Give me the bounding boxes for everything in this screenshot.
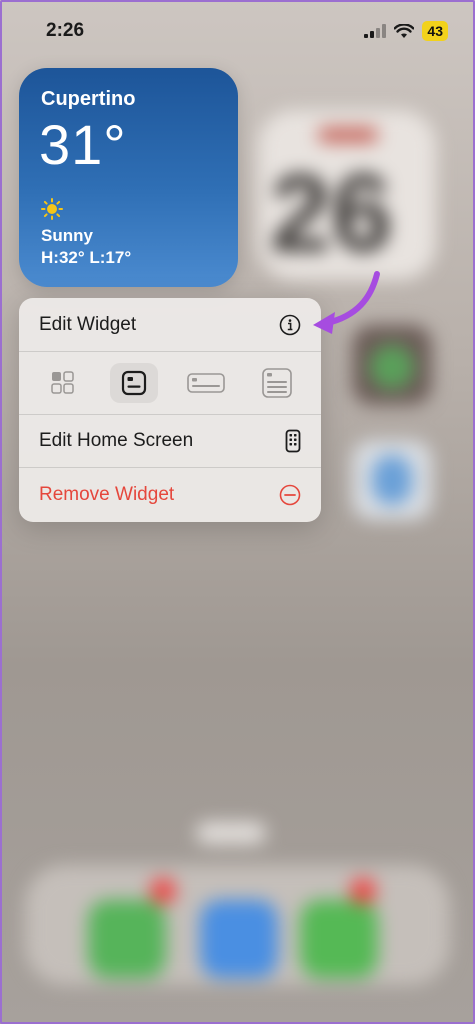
small-size-option[interactable] xyxy=(110,362,159,403)
status-time: 2:26 xyxy=(46,20,85,41)
battery-level: 43 xyxy=(422,21,448,41)
notification-badge xyxy=(350,878,376,904)
edit-widget-label: Edit Widget xyxy=(39,313,137,335)
remove-widget-label: Remove Widget xyxy=(39,483,175,505)
medium-size-option[interactable] xyxy=(182,363,230,403)
medium-size-icon xyxy=(186,372,225,393)
cellular-signal-icon xyxy=(364,24,387,38)
phone-screen-icon xyxy=(285,429,301,452)
calendar-day-number: 26 xyxy=(270,152,393,275)
weather-city: Cupertino xyxy=(41,88,136,110)
remove-widget-menu-item[interactable]: Remove Widget xyxy=(19,467,321,522)
status-bar: 2:26 43 xyxy=(0,0,475,64)
weather-temperature: 31° xyxy=(39,113,127,176)
phone-app-icon xyxy=(88,900,166,978)
wifi-icon xyxy=(394,23,415,38)
edit-home-screen-label: Edit Home Screen xyxy=(39,429,194,451)
page-indicator xyxy=(196,822,266,844)
weather-widget[interactable]: Cupertino 31° Sunny H:32° L:17° xyxy=(19,68,238,287)
widget-size-picker xyxy=(19,351,321,414)
grid-size-option[interactable] xyxy=(39,363,87,403)
safari-app-icon xyxy=(200,900,278,978)
weather-high-low: H:32° L:17° xyxy=(41,248,132,267)
widget-context-menu: Edit Widget Edit Home Screen Remove Widg… xyxy=(19,298,321,522)
minus-circle-icon xyxy=(279,484,301,505)
notification-badge xyxy=(150,878,176,904)
sun-icon xyxy=(41,198,63,220)
info-circle-icon xyxy=(279,314,301,335)
edit-widget-menu-item[interactable]: Edit Widget xyxy=(19,298,321,351)
grid-size-icon xyxy=(51,370,74,394)
app-icon xyxy=(352,440,432,520)
messages-app-icon xyxy=(300,900,378,978)
weather-condition: Sunny xyxy=(41,226,93,245)
large-size-icon xyxy=(262,367,292,398)
small-size-icon xyxy=(122,370,147,395)
edit-home-screen-menu-item[interactable]: Edit Home Screen xyxy=(19,414,321,467)
large-size-option[interactable] xyxy=(253,363,301,403)
calendar-app-icon: 26 xyxy=(258,110,436,280)
annotation-arrow xyxy=(313,271,380,334)
